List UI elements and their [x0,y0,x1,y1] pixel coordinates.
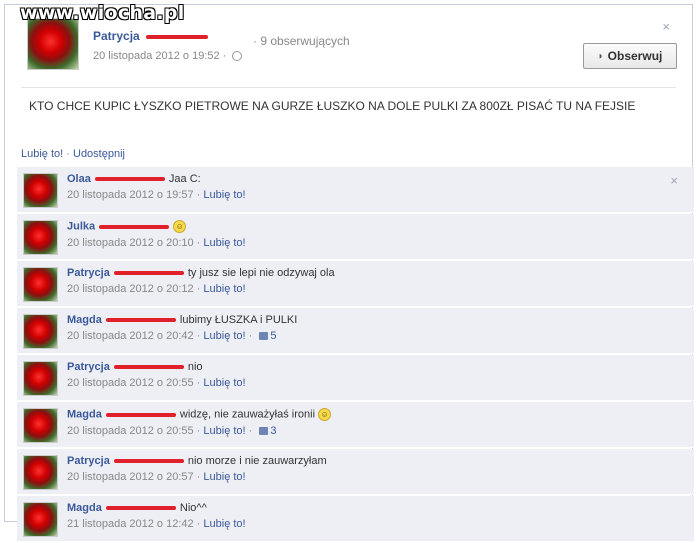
likes-number: 5 [270,330,277,342]
name-redaction [105,506,176,511]
like-link[interactable]: Lubię to! [21,148,63,160]
comment-author[interactable]: Patrycja [67,361,110,373]
comment-author[interactable]: Olaa [67,173,91,185]
post-meta: 20 listopada 2012 o 19:52 · [93,50,243,62]
post-author-name[interactable]: Patrycja [93,29,140,43]
post-actions: Lubię to! · Udostępnij [21,148,125,160]
post-date[interactable]: 20 listopada 2012 o 19:52 [93,50,220,62]
comment-author[interactable]: Magda [67,408,102,420]
comment-like-link[interactable]: Lubię to! [203,471,245,483]
name-redaction [94,177,165,182]
comment-item: Olaa Jaa C: 20 listopada 2012 o 19:57 · … [17,167,694,213]
comment-date[interactable]: 20 listopada 2012 o 20:12 [67,283,194,295]
comment-date[interactable]: 20 listopada 2012 o 20:10 [67,237,194,249]
smiley-icon: ☺ [173,220,187,233]
comment-avatar[interactable] [23,267,58,302]
name-redaction [145,35,208,40]
comment-text: nio morze i nie zauwarzyłam [187,455,327,467]
comment-date[interactable]: 20 listopada 2012 o 19:57 [67,189,194,201]
followers-text[interactable]: 9 obserwujących [260,34,349,48]
post-header: Patrycja [93,29,212,43]
comment-like-link[interactable]: Lubię to! [203,237,245,249]
close-icon[interactable]: × [670,173,678,188]
comment-item: Patrycja ty jusz sie lepi nie odzywaj ol… [17,261,694,307]
meta-separator: · [222,50,227,62]
comment-item: Patrycja nio 20 listopada 2012 o 20:55 ·… [17,355,694,401]
comment-author[interactable]: Patrycja [67,455,110,467]
comment-avatar[interactable] [23,502,58,537]
comment-text: nio [187,361,203,373]
likes-count[interactable]: 3 [259,425,277,437]
comment-date[interactable]: 20 listopada 2012 o 20:55 [67,377,194,389]
smiley-icon: ☺ [318,408,332,421]
name-redaction [113,365,184,370]
close-icon[interactable]: × [662,19,670,34]
thumbs-up-icon [259,332,269,341]
share-link[interactable]: Udostępnij [73,148,125,160]
comment-like-link[interactable]: Lubię to! [203,330,245,342]
likes-number: 3 [270,425,277,437]
comment-text: ty jusz sie lepi nie odzywaj ola [187,267,335,279]
comment-like-link[interactable]: Lubię to! [203,518,245,530]
comment-text: lubimy ŁUSZKA i PULKI [179,314,298,326]
comment-date[interactable]: 20 listopada 2012 o 20:55 [67,425,194,437]
follow-label: Obserwuj [607,49,663,63]
comment-avatar[interactable] [23,361,58,396]
followers-count: · 9 obserwujących [253,34,350,48]
comment-text: Nio^^ [179,502,207,514]
divider [21,87,676,88]
comments-list: Olaa Jaa C: 20 listopada 2012 o 19:57 · … [17,167,694,543]
name-redaction [113,271,184,276]
comment-avatar[interactable] [23,455,58,490]
comment-like-link[interactable]: Lubię to! [203,189,245,201]
comment-avatar[interactable] [23,220,58,255]
globe-icon [232,51,243,62]
comment-text: Jaa C: [168,173,201,185]
comment-item: Patrycja nio morze i nie zauwarzyłam 20 … [17,449,694,495]
name-redaction [105,412,176,417]
comment-item: Magda Nio^^ 21 listopada 2012 o 12:42 · … [17,496,694,542]
comment-date[interactable]: 20 listopada 2012 o 20:42 [67,330,194,342]
comment-text: widzę, nie zauważyłaś ironii [179,408,316,421]
comment-avatar[interactable] [23,314,58,349]
comment-like-link[interactable]: Lubię to! [203,283,245,295]
author-avatar[interactable] [27,18,79,70]
name-redaction [99,224,170,229]
post-text: KTO CHCE KUPIC ŁYSZKO PIETROWE NA GURZE … [29,99,636,113]
site-watermark: www.wiocha.pl [20,2,185,24]
actions-separator: · [66,148,70,160]
name-redaction [105,318,176,323]
comment-author[interactable]: Julka [67,220,95,232]
likes-count[interactable]: 5 [259,330,277,342]
comment-like-link[interactable]: Lubię to! [203,425,245,437]
comment-author[interactable]: Magda [67,502,102,514]
comment-author[interactable]: Magda [67,314,102,326]
comment-author[interactable]: Patrycja [67,267,110,279]
thumbs-up-icon [259,427,269,436]
comment-avatar[interactable] [23,173,58,208]
comment-avatar[interactable] [23,408,58,443]
comment-like-link[interactable]: Lubię to! [203,377,245,389]
facebook-post-frame: Patrycja · 9 obserwujących 20 listopada … [4,4,694,542]
comment-item: Magda widzę, nie zauważyłaś ironii ☺ 20 … [17,402,694,448]
comment-date[interactable]: 21 listopada 2012 o 12:42 [67,518,194,530]
follow-button[interactable]: ◗ Obserwuj [583,43,677,69]
comment-item: Magda lubimy ŁUSZKA i PULKI 20 listopada… [17,308,694,354]
name-redaction [113,459,184,464]
comment-item: Julka ☺ 20 listopada 2012 o 20:10 · Lubi… [17,214,694,260]
comment-date[interactable]: 20 listopada 2012 o 20:57 [67,471,194,483]
rss-icon: ◗ [597,50,604,62]
